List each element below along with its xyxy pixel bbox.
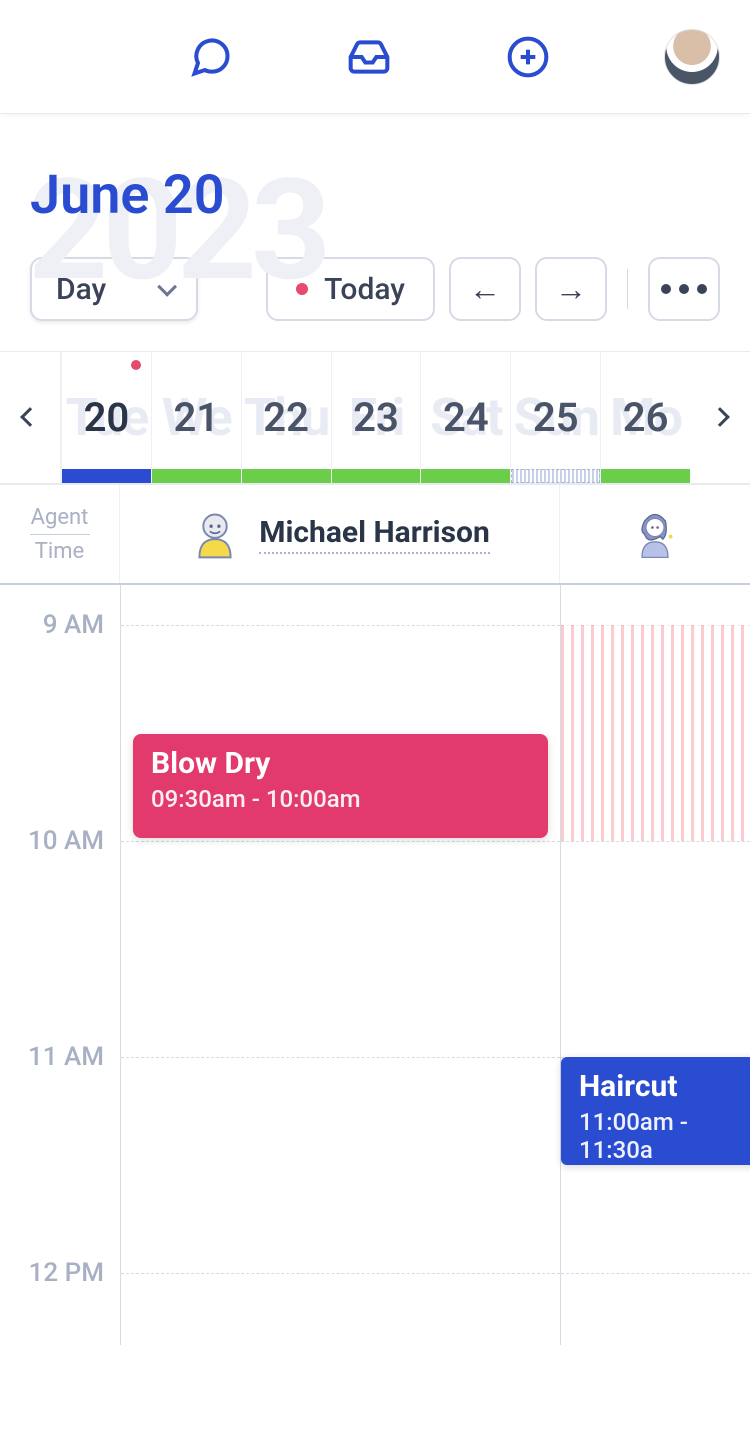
day-number: 22 xyxy=(263,394,309,441)
top-nav xyxy=(0,0,750,114)
today-button-label: Today xyxy=(324,272,405,307)
next-button[interactable]: → xyxy=(535,257,607,321)
day-status-bar xyxy=(421,469,510,483)
day-number: 21 xyxy=(173,394,219,441)
agent-label: Agent xyxy=(31,505,89,530)
time-label: Time xyxy=(35,539,84,564)
today-marker-icon xyxy=(131,360,141,370)
day-status-bar xyxy=(601,469,690,483)
agent-column-michael[interactable]: Michael Harrison xyxy=(120,485,560,583)
day-cell-23[interactable]: Fri23 xyxy=(331,352,421,483)
day-status-bar xyxy=(152,469,241,483)
week-next-button[interactable] xyxy=(690,405,750,430)
day-status-bar xyxy=(511,469,600,483)
day-cell-21[interactable]: We21 xyxy=(151,352,241,483)
day-cell-25[interactable]: Sun25 xyxy=(510,352,600,483)
time-label: 12 PM xyxy=(29,1258,104,1288)
agent-avatar-icon xyxy=(189,508,241,560)
event-time: 09:30am - 10:00am xyxy=(151,785,530,813)
day-number: 26 xyxy=(623,394,669,441)
day-cell-20[interactable]: Tue20 xyxy=(60,352,151,483)
time-label: 9 AM xyxy=(43,610,104,640)
day-status-bar xyxy=(242,469,331,483)
day-cell-24[interactable]: Sat24 xyxy=(420,352,510,483)
event-haircut[interactable]: Haircut 11:00am - 11:30a xyxy=(561,1057,750,1165)
agent-avatar-icon xyxy=(629,508,681,560)
day-number: 25 xyxy=(533,394,579,441)
day-cell-26[interactable]: Mo26 xyxy=(600,352,690,483)
week-prev-button[interactable] xyxy=(0,405,60,430)
day-status-bar xyxy=(332,469,421,483)
chat-icon[interactable] xyxy=(189,35,233,79)
day-status-bar xyxy=(62,469,151,483)
week-strip: Tue20We21Thu22Fri23Sat24Sun25Mo26 xyxy=(0,351,750,485)
agent-name: Michael Harrison xyxy=(259,515,490,554)
day-number: 23 xyxy=(353,394,399,441)
more-button[interactable] xyxy=(648,257,720,321)
date-header: 2023 June 20 xyxy=(0,114,750,257)
agent-time-toggle[interactable]: Agent Time xyxy=(0,485,120,583)
divider xyxy=(627,269,628,309)
inbox-icon[interactable] xyxy=(347,35,391,79)
add-icon[interactable] xyxy=(506,35,550,79)
profile-avatar[interactable] xyxy=(664,29,720,85)
schedule-column-1[interactable]: Blow Dry 09:30am - 10:00am xyxy=(120,585,560,1345)
agent-header-row: Agent Time Michael Harrison xyxy=(0,485,750,585)
blocked-time xyxy=(561,625,750,841)
day-number: 24 xyxy=(443,394,489,441)
schedule-column-2[interactable]: Haircut 11:00am - 11:30a xyxy=(560,585,750,1345)
time-label: 11 AM xyxy=(28,1042,104,1072)
prev-button[interactable]: ← xyxy=(449,257,521,321)
day-cell-22[interactable]: Thu22 xyxy=(241,352,331,483)
agent-column-second[interactable] xyxy=(560,485,750,583)
day-number: 20 xyxy=(84,394,130,441)
event-title: Haircut xyxy=(579,1069,750,1104)
event-blow-dry[interactable]: Blow Dry 09:30am - 10:00am xyxy=(133,734,548,838)
time-grid: 9 AM 10 AM 11 AM 12 PM Blow Dry 09:30am - 10… xyxy=(0,585,750,1345)
menu-icon[interactable] xyxy=(30,41,74,73)
event-time: 11:00am - 11:30a xyxy=(579,1108,750,1164)
time-label: 10 AM xyxy=(28,826,104,856)
page-title: June 20 xyxy=(30,164,720,227)
event-title: Blow Dry xyxy=(151,746,530,781)
